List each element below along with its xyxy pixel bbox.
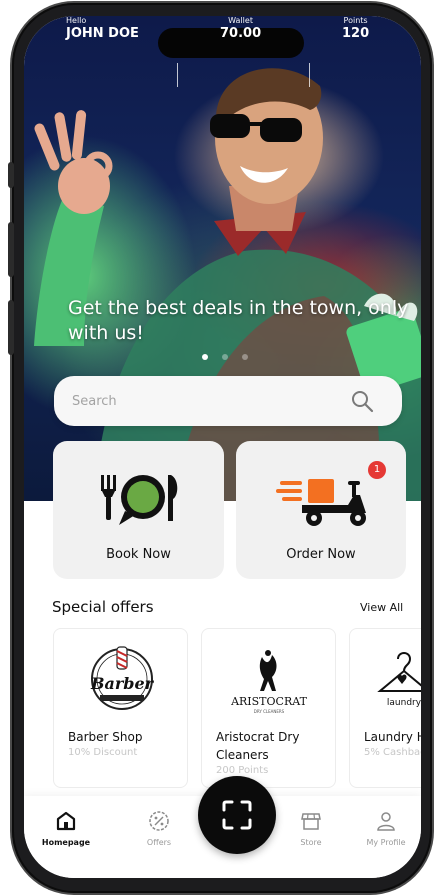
aristocrat-logo-subtext: DRY CLEANERS — [254, 709, 285, 714]
points-balance[interactable]: Points 120 — [342, 16, 369, 41]
dining-icon — [101, 475, 178, 525]
greeting: Hello JOHN DOE — [66, 16, 139, 41]
laundry-logo-text: laundry — [387, 698, 421, 708]
search-icon[interactable] — [350, 389, 374, 413]
nav-label: Homepage — [41, 838, 91, 847]
order-now-card[interactable]: 1 Order Now — [236, 441, 406, 579]
header-divider — [309, 63, 310, 87]
user-name[interactable]: JOHN DOE — [66, 26, 139, 41]
wallet-balance[interactable]: Wallet 70.00 — [220, 16, 261, 41]
nav-my-profile[interactable]: My Profile — [350, 810, 421, 847]
barber-logo-text: Barber — [90, 674, 155, 693]
view-all-link[interactable]: View All — [360, 601, 403, 614]
search-input[interactable] — [72, 389, 332, 413]
carousel-dot-2[interactable] — [222, 354, 228, 360]
carousel-dot-1[interactable] — [202, 354, 208, 360]
header-divider — [177, 63, 178, 87]
offer-card-laundry[interactable]: laundry Laundry Hub 5% Cashback — [349, 628, 421, 788]
nav-label: Store — [300, 838, 322, 847]
volume-up-button — [8, 222, 14, 277]
hero-person-image — [34, 68, 421, 501]
wallet-label: Wallet — [228, 16, 253, 25]
offer-name: Aristocrat Dry Cleaners — [216, 730, 300, 762]
nav-store[interactable]: Store — [275, 810, 347, 847]
profile-icon — [377, 812, 395, 831]
aristocrat-logo-text: ARISTOCRAT — [230, 695, 308, 708]
discount-icon — [149, 811, 169, 831]
nav-label: My Profile — [366, 838, 406, 847]
laundry-logo: laundry — [377, 652, 421, 708]
offer-subtitle: 5% Cashback — [364, 747, 421, 758]
book-now-label: Book Now — [106, 547, 171, 562]
aristocrat-logo: ARISTOCRAT DRY CLEANERS — [230, 650, 308, 714]
carousel-dots[interactable] — [202, 354, 248, 360]
scan-icon — [222, 800, 252, 830]
order-now-label: Order Now — [286, 547, 356, 562]
points-label: Points — [343, 16, 368, 25]
offer-subtitle: 10% Discount — [68, 747, 138, 758]
points-value: 120 — [342, 26, 370, 41]
search-bar[interactable] — [54, 376, 402, 426]
volume-down-button — [8, 300, 14, 355]
barber-logo: Barber — [90, 646, 155, 710]
nav-homepage[interactable]: Homepage — [30, 810, 102, 847]
special-offers-title: Special offers — [52, 598, 154, 616]
book-now-card[interactable]: Book Now — [53, 441, 224, 579]
mute-switch — [8, 162, 14, 188]
greeting-label: Hello — [66, 16, 87, 25]
carousel-dot-3[interactable] — [242, 354, 248, 360]
offer-name: Laundry Hub — [364, 730, 421, 744]
scan-button[interactable] — [198, 776, 276, 854]
home-icon — [56, 811, 76, 831]
order-notification-badge: 1 — [368, 461, 386, 479]
offer-card-barber[interactable]: Barber Barber Shop 10% Discount — [53, 628, 188, 788]
hero-banner[interactable]: Hello JOHN DOE Wallet 70.00 Points 120 G… — [24, 16, 421, 501]
wallet-value: 70.00 — [220, 26, 262, 41]
store-icon — [301, 813, 321, 830]
offer-subtitle: 200 Points — [216, 765, 269, 776]
nav-offers[interactable]: Offers — [123, 810, 195, 847]
delivery-scooter-icon — [276, 479, 366, 526]
hero-headline: Get the best deals in the town, only wit… — [68, 297, 409, 344]
offer-name: Barber Shop — [68, 730, 143, 744]
app-screen: Hello JOHN DOE Wallet 70.00 Points 120 G… — [24, 16, 421, 878]
offer-card-aristocrat[interactable]: ARISTOCRAT DRY CLEANERS Aristocrat Dry C… — [201, 628, 336, 788]
nav-label: Offers — [146, 838, 172, 847]
